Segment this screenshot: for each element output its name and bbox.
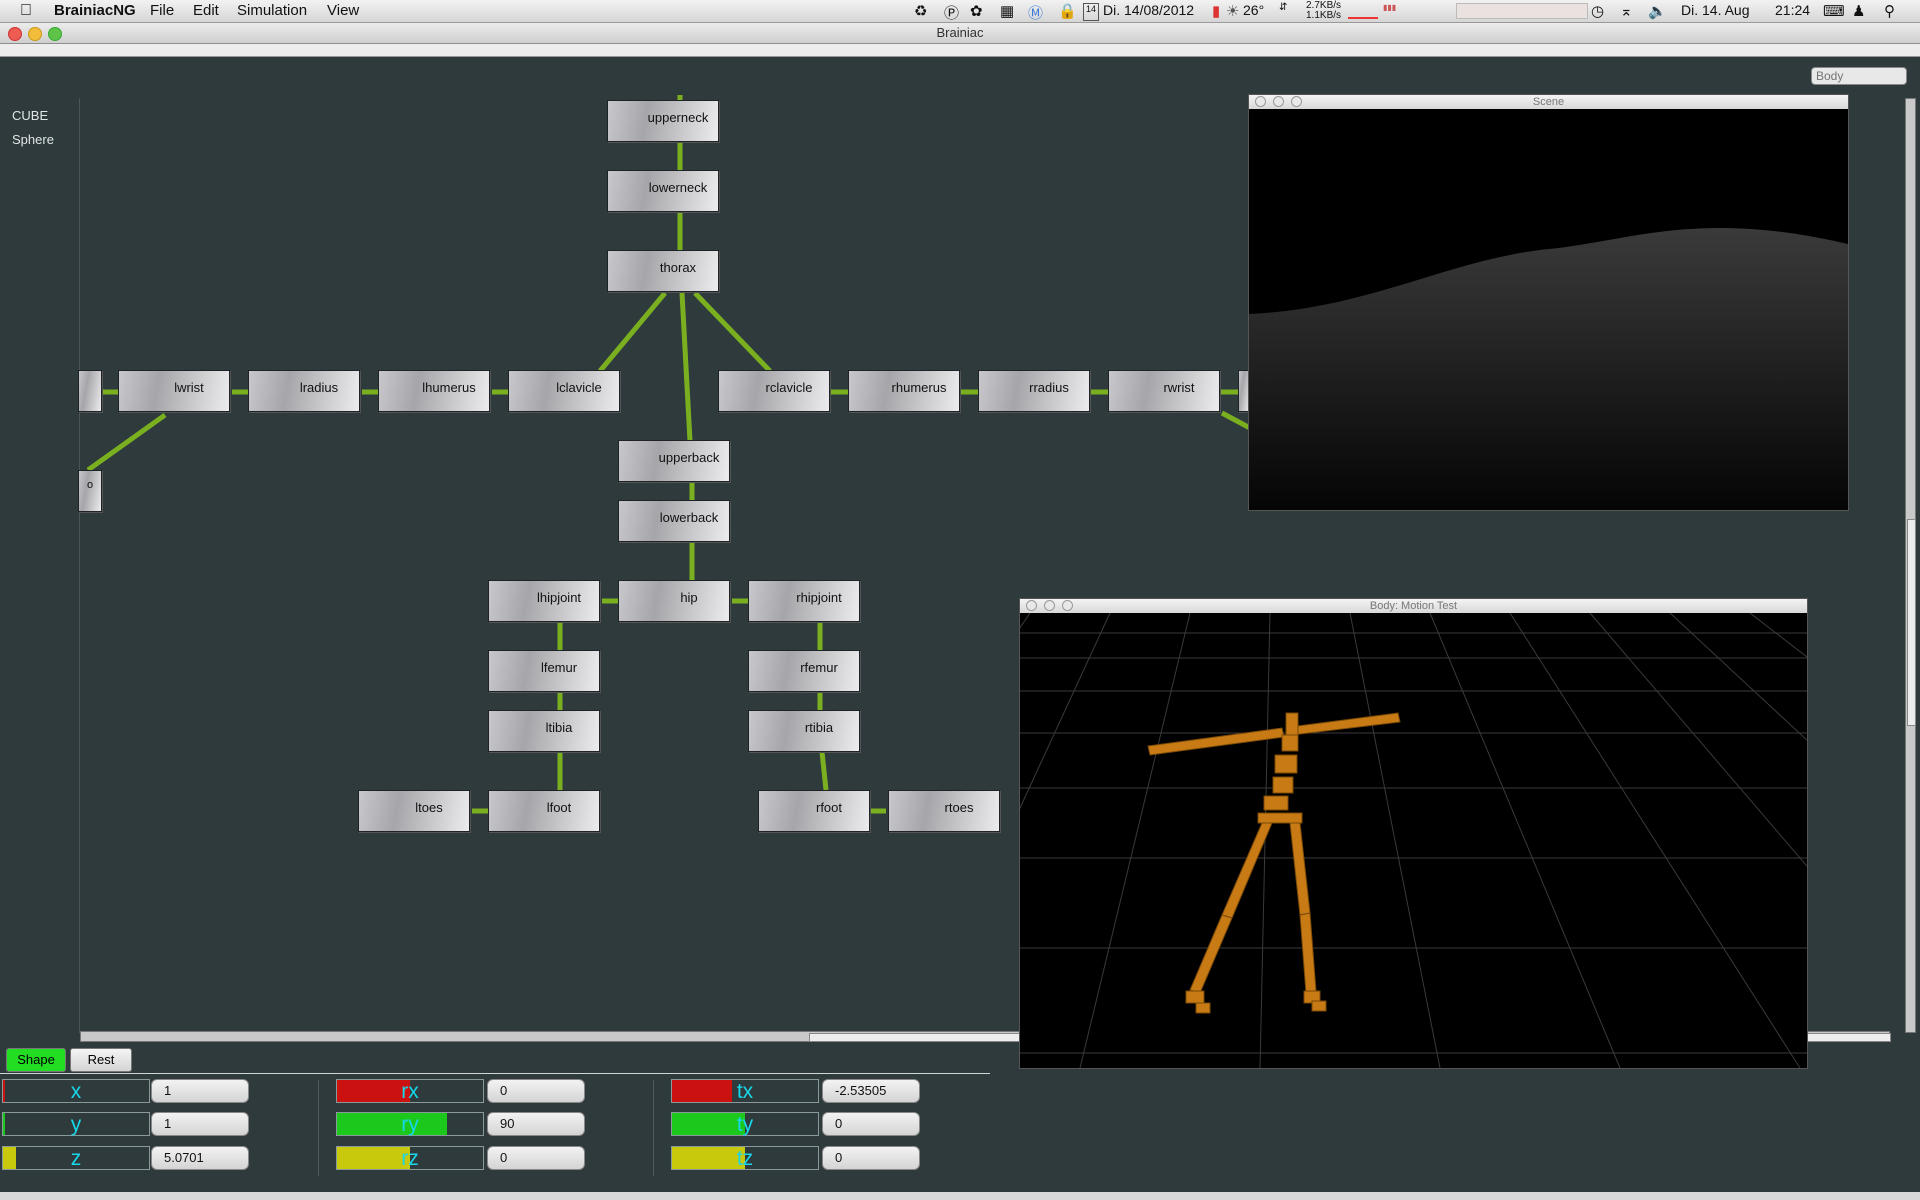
vertical-scroll-thumb[interactable] (1907, 519, 1916, 726)
scene-window[interactable]: Scene (1248, 94, 1849, 511)
tab-shape[interactable]: Shape (6, 1048, 66, 1072)
window-bottom-edge (0, 1192, 1920, 1200)
motion-viewport[interactable] (1020, 613, 1807, 1068)
zoom-button[interactable] (1291, 96, 1302, 107)
scene-window-titlebar[interactable]: Scene (1249, 95, 1848, 109)
slider-rx[interactable]: rx (336, 1079, 484, 1103)
close-button[interactable] (1026, 600, 1037, 611)
node-lowerneck[interactable]: lowerneck (607, 170, 719, 212)
zoom-button[interactable] (1062, 600, 1073, 611)
node-rclavicle[interactable]: rclavicle (718, 370, 830, 412)
column-divider (318, 1080, 319, 1176)
node-lhipjoint[interactable]: lhipjoint (488, 580, 600, 622)
slider-ty[interactable]: ty (671, 1112, 819, 1136)
slider-rz-label: rz (401, 1147, 419, 1170)
node-rhipjoint[interactable]: rhipjoint (748, 580, 860, 622)
node-rwrist[interactable]: rwrist (1108, 370, 1220, 412)
tab-bar: Shape Rest (0, 1046, 990, 1074)
slider-ry-label: ry (401, 1113, 419, 1136)
node-rradius[interactable]: rradius (978, 370, 1090, 412)
slider-rx-label: rx (401, 1080, 419, 1103)
slider-x[interactable]: x (2, 1079, 150, 1103)
field-x[interactable]: 1 (151, 1079, 249, 1103)
field-ry[interactable]: 90 (487, 1112, 585, 1136)
field-ty[interactable]: 0 (822, 1112, 920, 1136)
node-rtoes[interactable]: rtoes (888, 790, 1000, 832)
node-rfemur[interactable]: rfemur (748, 650, 860, 692)
field-z[interactable]: 5.0701 (151, 1146, 249, 1170)
slider-tz[interactable]: tz (671, 1146, 819, 1170)
edge (819, 751, 829, 791)
field-tx[interactable]: -2.53505 (822, 1079, 920, 1103)
node-lhumerus[interactable]: lhumerus (378, 370, 490, 412)
field-rx[interactable]: 0 (487, 1079, 585, 1103)
node-thorax[interactable]: thorax (607, 250, 719, 292)
slider-tz-label: tz (736, 1147, 754, 1170)
slider-tx-label: tx (736, 1080, 754, 1103)
slider-y[interactable]: y (2, 1112, 150, 1136)
slider-x-label: x (70, 1080, 82, 1103)
slider-z-label: z (70, 1147, 82, 1170)
node-lwrist[interactable]: lwrist (118, 370, 230, 412)
node-upperback[interactable]: upperback (618, 440, 730, 482)
node-lfoot[interactable]: lfoot (488, 790, 600, 832)
node-upperneck[interactable]: upperneck (607, 100, 719, 142)
node-rtibia[interactable]: rtibia (748, 710, 860, 752)
node-lfemur[interactable]: lfemur (488, 650, 600, 692)
minimize-button[interactable] (1044, 600, 1055, 611)
tab-rest[interactable]: Rest (70, 1048, 132, 1072)
node-rfoot[interactable]: rfoot (758, 790, 870, 832)
field-y[interactable]: 1 (151, 1112, 249, 1136)
minimize-button[interactable] (1273, 96, 1284, 107)
motion-window[interactable]: Body: Motion Test (1019, 598, 1808, 1069)
column-divider (653, 1080, 654, 1176)
edge (679, 292, 693, 442)
slider-y-label: y (70, 1113, 82, 1136)
field-tz[interactable]: 0 (822, 1146, 920, 1170)
close-button[interactable] (1255, 96, 1266, 107)
motion-window-title: Body: Motion Test (1369, 600, 1458, 612)
slider-tx[interactable]: tx (671, 1079, 819, 1103)
scene-window-title: Scene (1532, 96, 1565, 108)
field-rz[interactable]: 0 (487, 1146, 585, 1170)
slider-rz[interactable]: rz (336, 1146, 484, 1170)
scene-viewport[interactable] (1249, 109, 1848, 510)
edge (598, 291, 667, 373)
node-hip[interactable]: hip (618, 580, 730, 622)
slider-ty-label: ty (736, 1113, 754, 1136)
slider-z[interactable]: z (2, 1146, 150, 1170)
edge (86, 412, 167, 473)
node-lowerback[interactable]: lowerback (618, 500, 730, 542)
node-partial-lower-left[interactable]: o (78, 470, 102, 512)
node-lradius[interactable]: lradius (248, 370, 360, 412)
node-rhumerus[interactable]: rhumerus (848, 370, 960, 412)
slider-ry[interactable]: ry (336, 1112, 484, 1136)
node-partial-left[interactable] (78, 370, 102, 412)
node-ltoes[interactable]: ltoes (358, 790, 470, 832)
node-ltibia[interactable]: ltibia (488, 710, 600, 752)
tab-divider (0, 1073, 990, 1074)
vertical-scrollbar[interactable] (1905, 98, 1916, 1033)
motion-window-titlebar[interactable]: Body: Motion Test (1020, 599, 1807, 613)
edge (693, 291, 772, 373)
edge (1220, 410, 1252, 431)
node-lclavicle[interactable]: lclavicle (508, 370, 620, 412)
